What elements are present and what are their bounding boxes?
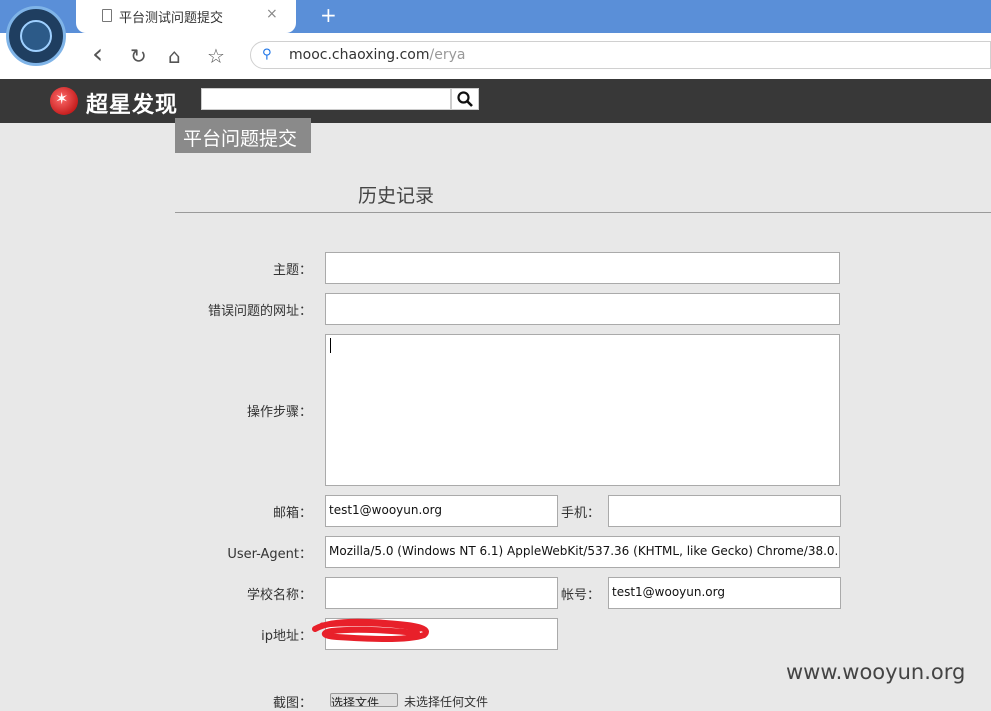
bookmark-button[interactable]: ☆ [207, 44, 225, 68]
text-cursor [330, 338, 331, 353]
email-input[interactable]: test1@wooyun.org [325, 495, 558, 527]
tab-title: 平台测试问题提交 [119, 11, 224, 26]
site-name[interactable]: 超星发现 [86, 87, 178, 119]
address-bar[interactable]: ⚲ mooc.chaoxing.com/erya [250, 41, 991, 69]
search-input[interactable] [201, 88, 451, 110]
tab-strip: 平台测试问题提交 × + [0, 0, 991, 33]
close-icon[interactable]: × [266, 6, 278, 22]
file-status: 未选择任何文件 [404, 695, 489, 709]
url-path: /erya [429, 47, 466, 63]
error-url-label: 错误问题的网址： [207, 304, 312, 319]
error-url-input[interactable] [325, 293, 840, 325]
subject-label: 主题： [272, 263, 312, 278]
steps-label: 操作步骤： [246, 405, 312, 420]
search-button[interactable] [451, 88, 479, 110]
logo-mark: ✶ [55, 89, 69, 108]
email-label: 邮箱： [272, 506, 312, 521]
search-icon [457, 91, 473, 107]
subject-input[interactable] [325, 252, 840, 284]
browser-chrome: 平台测试问题提交 × + ‹ ↻ ⌂ ☆ ⚲ mooc.chaoxing.com… [0, 0, 991, 79]
browser-tab[interactable]: 平台测试问题提交 × [76, 0, 296, 33]
user-agent-input[interactable]: Mozilla/5.0 (Windows NT 6.1) AppleWebKit… [325, 536, 840, 568]
choose-file-button[interactable]: 选择文件 [330, 693, 398, 707]
squirrel-icon[interactable] [6, 6, 66, 66]
ip-label: ip地址： [261, 629, 312, 644]
phone-label: 手机： [561, 506, 601, 521]
divider [175, 212, 991, 213]
url-text: mooc.chaoxing.com/erya [289, 47, 465, 63]
back-button[interactable]: ‹ [92, 37, 103, 70]
account-input[interactable]: test1@wooyun.org [608, 577, 841, 609]
watermark: www.wooyun.org [786, 660, 966, 684]
steps-textarea[interactable] [325, 334, 840, 486]
page-icon [102, 9, 112, 22]
account-label: 帐号： [561, 588, 601, 603]
phone-input[interactable] [608, 495, 841, 527]
redaction-scribble [312, 618, 429, 642]
site-info-icon[interactable]: ⚲ [262, 47, 272, 62]
tab-issue-submit[interactable]: 平台问题提交 [175, 118, 311, 153]
url-host: mooc.chaoxing.com [289, 47, 430, 63]
reload-button[interactable]: ↻ [130, 44, 147, 68]
new-tab-button[interactable]: + [320, 3, 337, 27]
school-label: 学校名称： [246, 588, 312, 603]
school-input[interactable] [325, 577, 558, 609]
home-button[interactable]: ⌂ [168, 44, 181, 68]
user-agent-label: User-Agent： [227, 547, 312, 562]
history-link[interactable]: 历史记录 [358, 181, 434, 208]
screenshot-label: 截图： [272, 696, 312, 711]
tab-label: 平台问题提交 [183, 128, 298, 150]
